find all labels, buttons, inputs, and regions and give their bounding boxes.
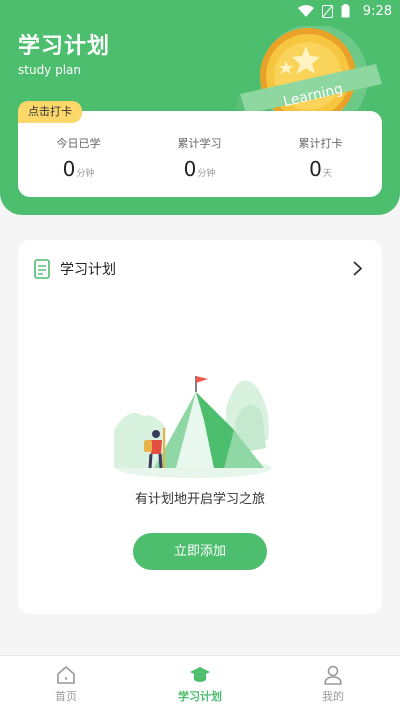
empty-state-text: 有计划地开启学习之旅 (134, 492, 265, 507)
stat-label: 累计学习 (177, 137, 222, 150)
stat-unit: 天 (322, 169, 332, 179)
tab-label: 学习计划 (178, 690, 222, 703)
no-sim-icon (322, 4, 333, 18)
graduation-cap-icon (190, 667, 210, 682)
stat-total-study: 累计学习 0分钟 (139, 135, 260, 181)
tab-mine[interactable]: 我的 (288, 664, 378, 704)
stats-card: 点击打卡 今日已学 0分钟 累计学习 0分钟 累计打卡 0天 (18, 101, 382, 197)
bottom-tab-bar: 首页 学习计划 我的 (0, 655, 400, 712)
page-title: 学习计划 (18, 34, 111, 59)
tab-label: 我的 (322, 690, 344, 703)
plan-title: 学习计划 (60, 262, 116, 278)
mountain-climber-illustration (114, 376, 272, 478)
stat-value: 0 (62, 157, 76, 181)
tab-label: 首页 (55, 690, 77, 703)
status-time: 9:28 (362, 4, 392, 19)
status-bar: 9:28 (0, 0, 400, 24)
checkin-button[interactable]: 点击打卡 (18, 101, 82, 123)
tab-home[interactable]: 首页 (21, 664, 111, 704)
stat-unit: 分钟 (197, 169, 216, 179)
wifi-icon (298, 5, 314, 17)
add-plan-button[interactable]: 立即添加 (133, 533, 267, 570)
header-banner: 9:28 学习计划 study plan Learning 点击打卡 今日已学 … (0, 0, 400, 215)
chevron-right-icon[interactable] (353, 261, 362, 276)
user-icon (324, 665, 342, 685)
stat-value: 0 (183, 157, 197, 181)
plan-header[interactable]: 学习计划 (34, 258, 366, 280)
battery-icon (341, 4, 350, 18)
stat-total-checkin: 累计打卡 0天 (260, 135, 381, 181)
home-icon (57, 666, 75, 684)
stat-label: 累计打卡 (298, 137, 343, 150)
page-subtitle: study plan (18, 63, 82, 77)
stat-unit: 分钟 (76, 169, 95, 179)
tab-study-plan[interactable]: 学习计划 (155, 664, 245, 704)
plan-card: 学习计划 有计划地开启学习之旅 立即添加 (18, 240, 382, 614)
stat-value: 0 (309, 157, 322, 181)
stat-today: 今日已学 0分钟 (18, 135, 139, 181)
notebook-icon (34, 259, 50, 279)
stat-label: 今日已学 (56, 137, 101, 150)
